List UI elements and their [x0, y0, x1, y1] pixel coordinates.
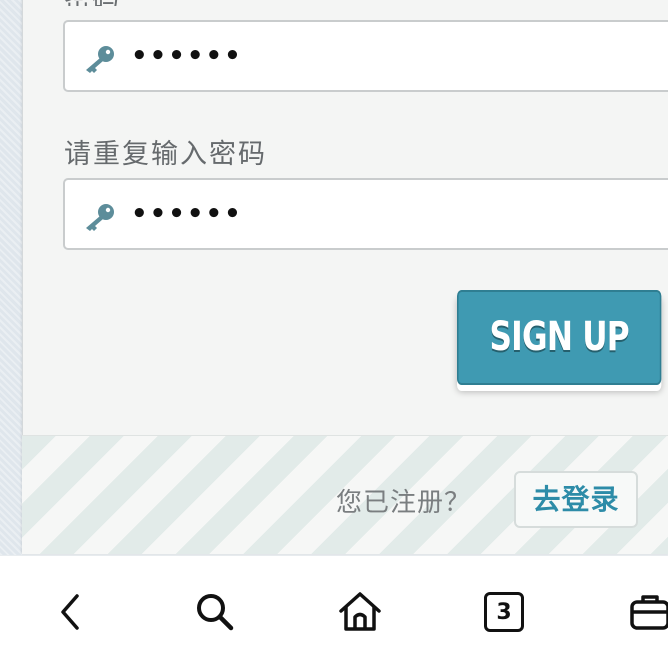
- signup-button[interactable]: SIGN UP: [457, 290, 662, 385]
- home-icon: [339, 592, 381, 631]
- password-field[interactable]: ••••••: [63, 20, 668, 92]
- search-button[interactable]: [185, 582, 245, 642]
- password-value: ••••••: [131, 41, 243, 71]
- tabs-button[interactable]: 3: [474, 582, 534, 642]
- password-label: 密码: [64, 0, 120, 6]
- background-texture: [0, 0, 22, 555]
- back-button[interactable]: [40, 582, 100, 642]
- search-icon: [197, 594, 234, 631]
- tabs-icon: 3: [484, 592, 524, 632]
- confirm-password-field[interactable]: ••••••: [63, 178, 668, 250]
- key-icon: [86, 204, 114, 231]
- key-icon: [86, 46, 114, 73]
- browser-nav-bar: 3: [0, 556, 668, 668]
- confirm-password-value: ••••••: [131, 199, 243, 229]
- menu-button[interactable]: [620, 582, 668, 642]
- already-registered-text: 您已注册？: [336, 488, 472, 518]
- home-button[interactable]: [330, 582, 390, 642]
- back-icon: [61, 594, 79, 630]
- briefcase-icon: [630, 595, 668, 630]
- go-login-button[interactable]: 去登录: [514, 471, 638, 528]
- tab-count: 3: [496, 599, 512, 625]
- confirm-password-label: 请重复输入密码: [64, 139, 267, 170]
